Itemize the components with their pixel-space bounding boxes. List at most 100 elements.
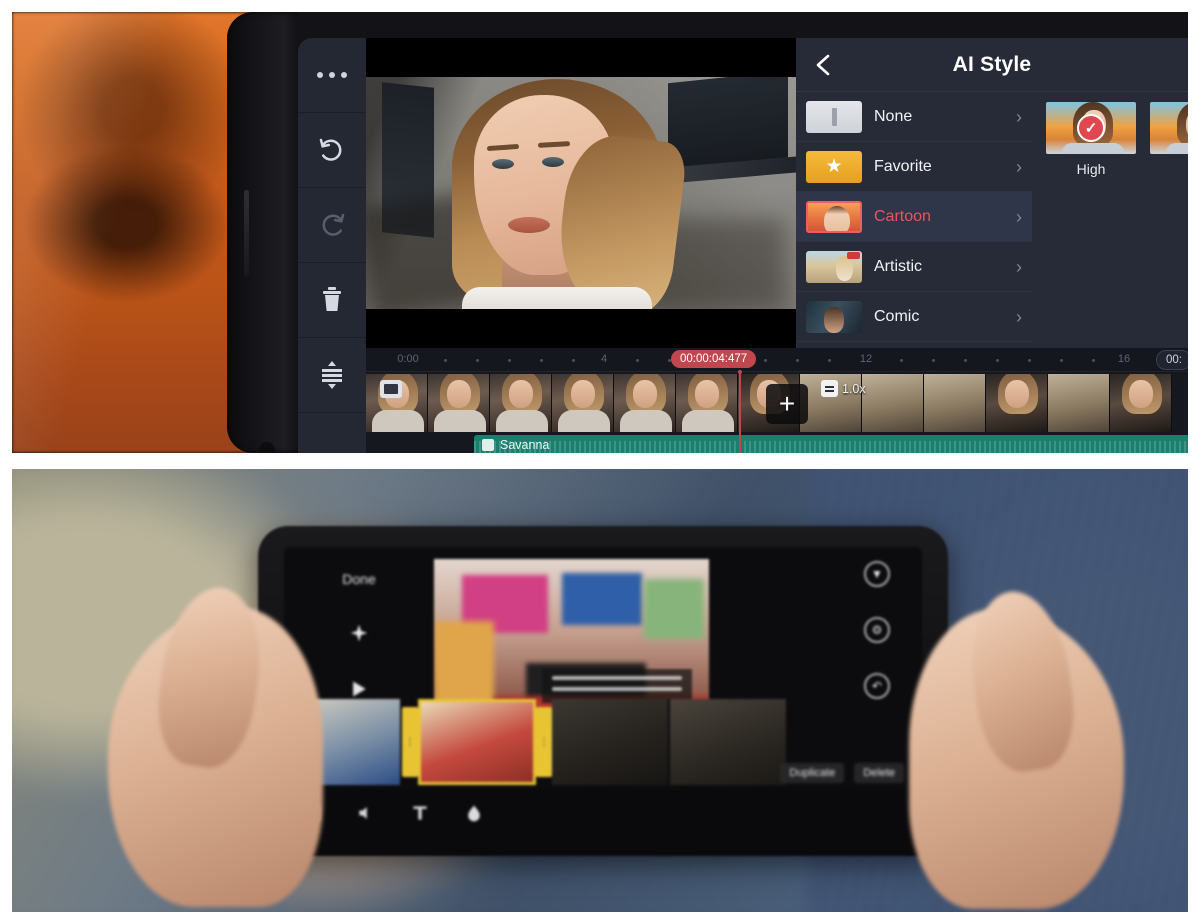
phone-port: [259, 442, 275, 453]
text-icon[interactable]: [410, 803, 430, 823]
preset-shoulder: [1166, 143, 1188, 154]
audio-waveform: [474, 435, 1188, 453]
mute-icon[interactable]: ▼: [864, 561, 890, 587]
photo-bottom-toolbar[interactable]: [284, 789, 922, 837]
photo-clip-handle-left[interactable]: ⋮: [402, 707, 418, 777]
undo-icon[interactable]: ↶: [864, 673, 890, 699]
sticker-icon[interactable]: [464, 803, 484, 823]
style-item-label: Comic: [874, 307, 920, 325]
audio-title: Savanna: [500, 438, 550, 452]
video-clip-frame[interactable]: [614, 374, 676, 432]
trash-icon: [323, 287, 341, 311]
subject-lips: [508, 217, 550, 233]
redo-icon: [322, 213, 345, 236]
style-item-label: None: [874, 107, 913, 125]
check-circle-icon: ✓: [1077, 114, 1105, 142]
current-timecode-badge: 00:00:04:477: [671, 350, 757, 368]
style-item-label: Favorite: [874, 157, 932, 175]
style-preset-low[interactable]: Lo: [1150, 102, 1188, 348]
add-clip-button[interactable]: +: [766, 384, 808, 424]
ai-style-body: None › ★ Favorite › Cartoon › Artistic ›…: [796, 92, 1188, 348]
style-item-label: Cartoon: [874, 207, 931, 225]
photo-clip[interactable]: [670, 699, 788, 785]
video-clip-frame[interactable]: [428, 374, 490, 432]
preview-frame: [366, 77, 796, 309]
style-item-label: Artistic: [874, 257, 922, 275]
chevron-right-icon: ›: [1016, 206, 1022, 227]
photo-caption-overlay: [542, 669, 692, 703]
speed-label: 1.0x: [842, 381, 866, 396]
chevron-left-icon: [816, 54, 830, 75]
timeline-ruler[interactable]: 0:00 4 12 16 00:00:04:477 00:: [366, 348, 1188, 372]
style-item-comic[interactable]: Comic ›: [796, 292, 1032, 342]
more-options-button[interactable]: [298, 38, 366, 113]
settings-icon[interactable]: ⚙: [864, 617, 890, 643]
video-clip-frame[interactable]: [1048, 374, 1110, 432]
back-button[interactable]: [796, 38, 852, 92]
ruler-label: 16: [1117, 353, 1131, 365]
photo-clip[interactable]: [552, 699, 670, 785]
video-clip-frame[interactable]: [676, 374, 738, 432]
photo-context-menu[interactable]: Duplicate Delete: [780, 763, 904, 783]
end-timecode-badge: 00:: [1156, 350, 1188, 370]
audio-icon[interactable]: [356, 803, 376, 823]
cartoon-thumb-icon: [806, 200, 862, 233]
style-category-list[interactable]: None › ★ Favorite › Cartoon › Artistic ›…: [796, 92, 1032, 348]
music-note-icon: [482, 439, 494, 451]
audio-track[interactable]: Savanna: [474, 435, 1188, 453]
split-icon: [322, 361, 342, 389]
ruler-label: 12: [859, 353, 873, 365]
duplicate-button[interactable]: Duplicate: [780, 763, 845, 783]
playhead[interactable]: [738, 370, 742, 453]
preset-shoulder: [1062, 143, 1124, 154]
timeline[interactable]: 0:00 4 12 16 00:00:04:477 00: + 1.0x Sav…: [366, 348, 1188, 453]
style-preset-high[interactable]: ✓ High: [1046, 102, 1136, 348]
photo-right-toolbar: ▼ ⚙ ↶: [848, 561, 906, 699]
chevron-right-icon: ›: [1016, 306, 1022, 327]
subject-eye-right: [542, 157, 564, 167]
style-item-artistic[interactable]: Artistic ›: [796, 242, 1032, 292]
video-clip-frame[interactable]: [1110, 374, 1172, 432]
preset-label: Lo: [1150, 161, 1188, 177]
comic-thumb-icon: [806, 300, 862, 333]
style-item-cartoon[interactable]: Cartoon ›: [796, 192, 1032, 242]
preset-thumbnail: ✓: [1046, 102, 1136, 154]
sparkle-icon[interactable]: [349, 623, 369, 643]
top-app-screenshot: AI Style None › ★ Favorite › Cartoon › A…: [12, 12, 1188, 453]
photo-icon: [380, 380, 402, 398]
delete-button[interactable]: Delete: [854, 763, 904, 783]
ellipsis-icon: [317, 72, 347, 78]
video-clip-frame[interactable]: [490, 374, 552, 432]
delete-button[interactable]: [298, 263, 366, 338]
undo-icon: [319, 138, 342, 161]
subject-shirt: [462, 287, 652, 309]
split-align-button[interactable]: [298, 338, 366, 413]
play-icon[interactable]: [349, 679, 369, 699]
style-item-none[interactable]: None ›: [796, 92, 1032, 142]
phone-volume-button[interactable]: [244, 190, 249, 276]
ruler-label: 0:00: [397, 353, 419, 365]
video-clip-frame[interactable]: [552, 374, 614, 432]
photo-clip-handle-right[interactable]: ⋮: [536, 707, 552, 777]
video-preview[interactable]: [366, 38, 796, 348]
chevron-right-icon: ›: [1016, 156, 1022, 177]
speed-badge[interactable]: 1.0x: [821, 380, 866, 397]
subject-eye-left: [492, 159, 514, 169]
style-item-favorite[interactable]: ★ Favorite ›: [796, 142, 1032, 192]
preset-thumbnail: [1150, 102, 1188, 154]
speed-icon: [821, 380, 838, 397]
redo-button[interactable]: [298, 188, 366, 263]
video-track[interactable]: + 1.0x: [366, 374, 1188, 432]
done-button[interactable]: Done: [342, 571, 375, 587]
audio-track-label: Savanna: [482, 438, 549, 452]
photo-clip-selected[interactable]: [418, 699, 536, 785]
undo-button[interactable]: [298, 113, 366, 188]
photo-phone-screen: Done ▼ ⚙ ↶ ⋮ ⋮ Duplicate Delete: [284, 547, 922, 837]
style-preset-grid[interactable]: ✓ High Lo: [1032, 92, 1188, 348]
ai-style-header: AI Style: [796, 38, 1188, 92]
video-clip-frame[interactable]: [366, 374, 428, 432]
video-clip-frame[interactable]: [986, 374, 1048, 432]
page-title: AI Style: [952, 52, 1032, 76]
video-clip-frame[interactable]: [924, 374, 986, 432]
video-clip-frame[interactable]: [862, 374, 924, 432]
